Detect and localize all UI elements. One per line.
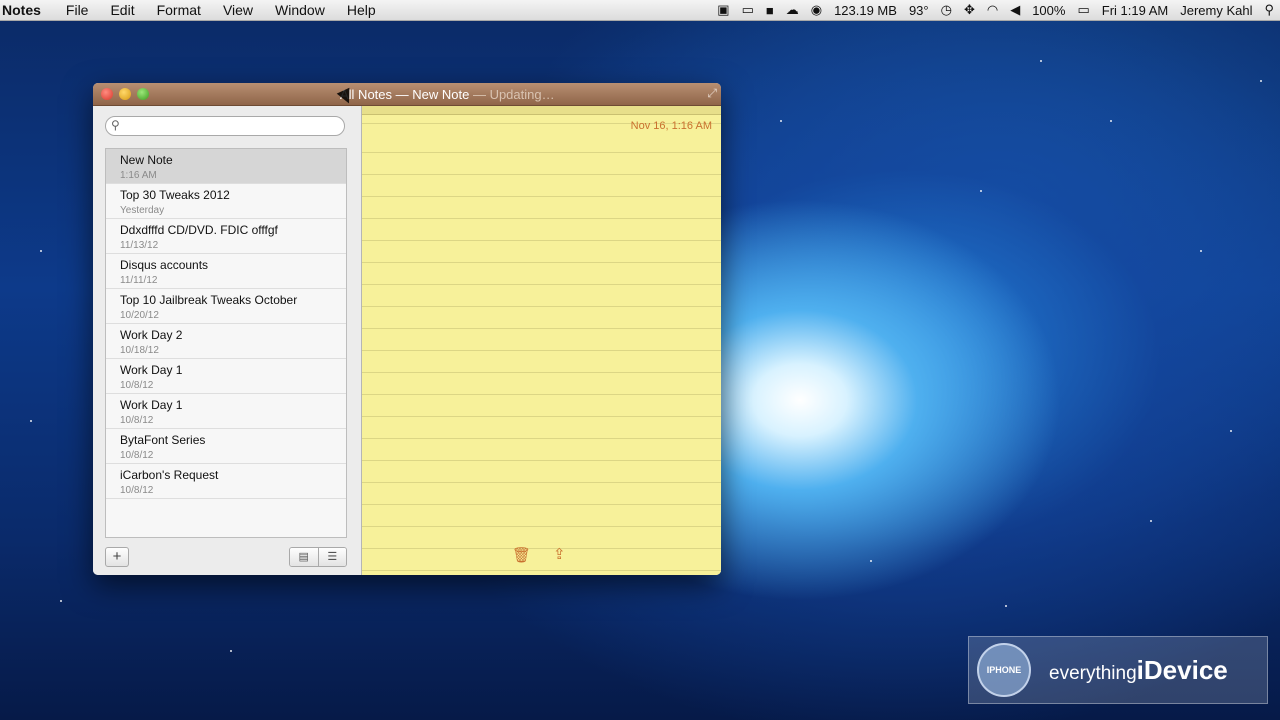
wifi-icon[interactable]: ◠ — [981, 2, 1004, 18]
menu-status-area: ▣ ▭ ■ ☁ ◉ 123.19 MB 93° ◷ ✥ ◠ ◀ 100% ▭ F… — [711, 2, 1280, 18]
window-title-main: All Notes — New Note — [340, 87, 470, 102]
note-title: Ddxdfffd CD/DVD. FDIC offfgf — [120, 223, 278, 237]
move-icon[interactable]: ✥ — [958, 2, 981, 18]
watermark-brand: iDevice — [1136, 655, 1228, 685]
note-date-stamp: Nov 16, 1:16 AM — [630, 120, 712, 132]
watermark-logo: IPHONE — [977, 643, 1031, 697]
note-editor[interactable]: Nov 16, 1:16 AM 🗑 ⇪ — [362, 106, 721, 575]
note-date: 11/11/12 — [120, 275, 158, 286]
list-item[interactable]: Top 10 Jailbreak Tweaks October 10/20/12 — [106, 289, 346, 324]
note-title: Top 30 Tweaks 2012 — [120, 188, 230, 202]
note-date: 10/8/12 — [120, 380, 154, 391]
title-bar[interactable]: All Notes — New Note — Updating… ⤢ — [93, 83, 721, 106]
list-item[interactable]: New Note 1:16 AM — [106, 149, 346, 184]
note-date: 10/18/12 — [120, 345, 159, 356]
view-mode-control: ▤ ☰ — [289, 547, 347, 567]
paper-top-edge — [362, 106, 721, 115]
note-date: 10/8/12 — [120, 450, 154, 461]
note-title: Top 10 Jailbreak Tweaks October — [120, 293, 298, 307]
notes-window: All Notes — New Note — Updating… ⤢ ⚲ New… — [93, 83, 721, 575]
notes-sidebar: ⚲ New Note 1:16 AM Top 30 Tweaks 2012 Ye… — [93, 106, 362, 575]
hash-icon[interactable]: ▣ — [711, 2, 735, 18]
window-title: All Notes — New Note — Updating… — [340, 87, 555, 102]
menu-view[interactable]: View — [212, 2, 264, 18]
menu-edit[interactable]: Edit — [99, 2, 145, 18]
volume-icon[interactable]: ◀ — [1004, 2, 1026, 18]
list-item[interactable]: Work Day 1 10/8/12 — [106, 394, 346, 429]
battery-readout[interactable]: 100% — [1026, 3, 1071, 18]
close-button[interactable] — [101, 88, 113, 100]
lock-icon[interactable]: ◉ — [805, 2, 828, 18]
trash-icon[interactable]: 🗑 — [512, 546, 531, 564]
watermark-text: everythingiDevice — [1049, 655, 1228, 686]
zoom-button[interactable] — [137, 88, 149, 100]
bell-icon[interactable]: ☁ — [780, 2, 805, 18]
search-field[interactable]: ⚲ — [105, 116, 345, 136]
note-title: BytaFont Series — [120, 433, 206, 447]
temperature-readout[interactable]: 93° — [903, 3, 935, 18]
note-date: 11/13/12 — [120, 240, 159, 251]
add-note-button[interactable]: + — [105, 547, 129, 567]
clock-readout[interactable]: Fri 1:19 AM — [1096, 3, 1174, 18]
note-title: Work Day 1 — [120, 363, 183, 377]
list-item[interactable]: Work Day 2 10/18/12 — [106, 324, 346, 359]
list-item[interactable]: Ddxdfffd CD/DVD. FDIC offfgf 11/13/12 — [106, 219, 346, 254]
note-date: 10/20/12 — [120, 310, 159, 321]
battery-icon: ▭ — [1077, 2, 1090, 17]
list-view-icon[interactable]: ▤ — [290, 548, 318, 566]
plus-icon: + — [112, 548, 122, 565]
menu-app-name[interactable]: Notes — [0, 2, 55, 18]
search-icon[interactable]: ⚲ — [1258, 2, 1280, 18]
fullscreen-icon[interactable]: ⤢ — [707, 86, 717, 101]
share-icon[interactable]: ⇪ — [553, 545, 566, 563]
clock-icon[interactable]: ◷ — [935, 2, 958, 18]
list-item[interactable]: Top 30 Tweaks 2012 Yesterday — [106, 184, 346, 219]
folder-icon[interactable]: ■ — [760, 3, 780, 18]
search-input[interactable] — [128, 118, 342, 136]
video-icon[interactable]: ▭ — [736, 2, 760, 18]
menu-format[interactable]: Format — [146, 2, 212, 18]
menu-bar: Notes File Edit Format View Window Help … — [0, 0, 1280, 21]
note-title: New Note — [120, 153, 173, 167]
note-title: iCarbon's Request — [120, 468, 219, 482]
note-date: Yesterday — [120, 205, 165, 216]
list-item[interactable]: Disqus accounts 11/11/12 — [106, 254, 346, 289]
note-title: Work Day 2 — [120, 328, 183, 342]
minimize-button[interactable] — [119, 88, 131, 100]
sidebar-view-icon[interactable]: ☰ — [317, 548, 346, 566]
menu-help[interactable]: Help — [336, 2, 387, 18]
list-item[interactable]: Work Day 1 10/8/12 — [106, 359, 346, 394]
note-date: 10/8/12 — [120, 485, 154, 496]
memory-readout[interactable]: 123.19 MB — [828, 3, 903, 18]
menu-file[interactable]: File — [55, 2, 100, 18]
watermark: IPHONE everythingiDevice — [968, 636, 1268, 704]
user-name[interactable]: Jeremy Kahl — [1174, 3, 1258, 18]
note-date: 10/8/12 — [120, 415, 154, 426]
note-date: 1:16 AM — [120, 170, 157, 181]
notes-list[interactable]: New Note 1:16 AM Top 30 Tweaks 2012 Yest… — [105, 148, 347, 538]
magnifier-icon: ⚲ — [111, 118, 120, 132]
menu-window[interactable]: Window — [264, 2, 336, 18]
watermark-prefix: everything — [1049, 663, 1137, 684]
window-title-status: — Updating… — [472, 87, 555, 102]
note-title: Disqus accounts — [120, 258, 209, 272]
list-item[interactable]: BytaFont Series 10/8/12 — [106, 429, 346, 464]
note-title: Work Day 1 — [120, 398, 183, 412]
list-item[interactable]: iCarbon's Request 10/8/12 — [106, 464, 346, 499]
